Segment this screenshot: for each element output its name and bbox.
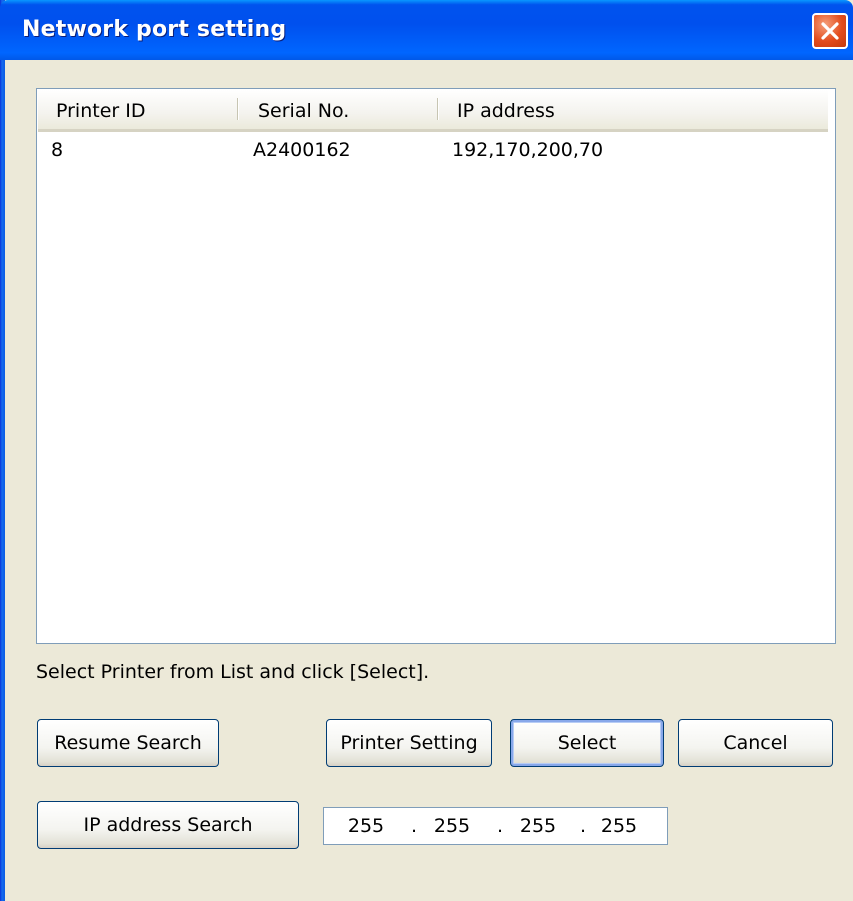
list-header: Printer ID Serial No. IP address (38, 90, 828, 132)
printer-setting-button[interactable]: Printer Setting (326, 719, 492, 767)
ip-separator: . (411, 815, 418, 837)
ip-octet-3[interactable]: 255 (508, 808, 568, 844)
ip-separator: . (580, 815, 587, 837)
printer-list[interactable]: Printer ID Serial No. IP address 8 A2400… (36, 88, 836, 644)
ip-octet-4[interactable]: 255 (589, 808, 649, 844)
instruction-text: Select Printer from List and click [Sele… (36, 661, 430, 683)
column-header-serial-no[interactable]: Serial No. (258, 90, 349, 129)
ip-octet-2[interactable]: 255 (422, 808, 482, 844)
ip-separator: . (497, 815, 504, 837)
list-item[interactable]: 8 A2400162 192,170,200,70 (38, 135, 834, 165)
ip-octet-1[interactable]: 255 (336, 808, 396, 844)
close-icon (821, 22, 839, 40)
cell-ip-address: 192,170,200,70 (452, 139, 604, 161)
resume-search-button[interactable]: Resume Search (37, 719, 219, 767)
network-port-setting-dialog: Network port setting Printer ID Serial N… (0, 0, 853, 901)
ip-address-search-button[interactable]: IP address Search (37, 801, 299, 849)
column-header-printer-id[interactable]: Printer ID (56, 90, 145, 129)
cell-serial-no: A2400162 (253, 139, 351, 161)
column-header-ip-address[interactable]: IP address (457, 90, 555, 129)
ip-address-input[interactable]: 255 . 255 . 255 . 255 (323, 807, 668, 845)
select-button[interactable]: Select (510, 719, 664, 767)
window-frame-border (0, 0, 5, 901)
window-title: Network port setting (22, 17, 287, 42)
cancel-button[interactable]: Cancel (678, 719, 833, 767)
title-bar[interactable]: Network port setting (0, 0, 853, 60)
column-separator[interactable] (437, 98, 439, 120)
close-button[interactable] (812, 13, 848, 49)
column-separator[interactable] (237, 98, 239, 120)
cell-printer-id: 8 (51, 139, 64, 161)
